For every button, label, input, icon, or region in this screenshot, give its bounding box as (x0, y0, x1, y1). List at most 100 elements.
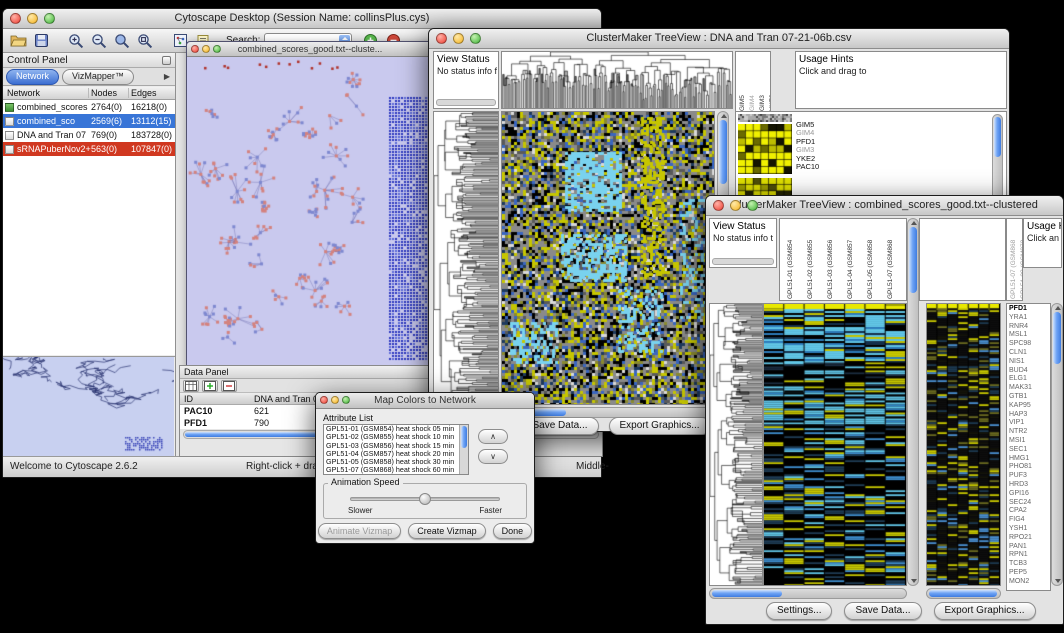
save-session-icon[interactable] (31, 31, 51, 50)
gene-label[interactable]: FIG4 (1009, 516, 1050, 525)
header-edges[interactable]: Edges (129, 88, 175, 98)
column-label[interactable]: GIM4 (748, 53, 757, 111)
row-dendrogram-canvas[interactable] (434, 112, 498, 404)
create-vizmap-button[interactable]: Create Vizmap (408, 523, 485, 539)
gene-label[interactable]: RPO21 (1009, 534, 1050, 543)
create-attribute-icon[interactable] (202, 380, 218, 392)
close-icon[interactable] (320, 396, 328, 404)
tab-vizmapper[interactable]: VizMapper™ (62, 69, 134, 85)
network-row[interactable]: sRNAPuberNov2+ 563(0) 107847(0) (3, 142, 175, 156)
close-icon[interactable] (713, 200, 724, 211)
column-label[interactable]: GPL51-02 (GSM855 (806, 219, 815, 299)
cytoscape-titlebar[interactable]: Cytoscape Desktop (Session Name: collins… (3, 9, 601, 29)
attribute-item[interactable]: GPL51-07 (GSM868) heat shock 60 min (324, 466, 468, 474)
gene-label[interactable]: PEP5 (1009, 569, 1050, 578)
zoom-selected-icon[interactable] (112, 31, 132, 50)
maximize-icon[interactable] (44, 13, 55, 24)
network-view-titlebar[interactable]: combined_scores_good.txt--cluste... (187, 42, 433, 57)
gene-label[interactable]: CLN1 (1009, 349, 1050, 358)
scroll-down-arrow[interactable] (911, 579, 917, 583)
treeview1-titlebar[interactable]: ClusterMaker TreeView : DNA and Tran 07-… (429, 29, 1009, 49)
maximize-icon[interactable] (470, 33, 481, 44)
scroll-up-arrow[interactable] (721, 114, 727, 118)
gene-label[interactable]: CPA2 (1009, 507, 1050, 516)
scrollbar-thumb[interactable] (929, 590, 997, 597)
gene-label[interactable]: SPC98 (1009, 340, 1050, 349)
maximize-icon[interactable] (213, 45, 221, 53)
gene-label[interactable]: RNR4 (1009, 323, 1050, 332)
dialog-titlebar[interactable]: Map Colors to Network (316, 393, 534, 409)
id-column-header[interactable]: ID (180, 394, 250, 404)
gene-label[interactable]: KAP95 (1009, 402, 1050, 411)
gene-label[interactable]: MSI1 (1009, 437, 1050, 446)
scroll-up-arrow[interactable] (1055, 306, 1061, 310)
correlation-matrix-canvas[interactable] (738, 124, 792, 174)
close-icon[interactable] (10, 13, 21, 24)
scrollbar-thumb[interactable] (994, 117, 1001, 157)
float-panel-icon[interactable] (162, 56, 171, 65)
minimize-icon[interactable] (730, 200, 741, 211)
column-label[interactable]: GIM3 (758, 53, 767, 111)
network-row[interactable]: combined_scores 2764(0) 16218(0) (3, 100, 175, 114)
network-canvas[interactable] (187, 57, 433, 372)
tab-network[interactable]: Network (6, 69, 59, 85)
view-status-scrollbar[interactable] (712, 258, 774, 265)
global-hscrollbar[interactable] (926, 588, 1001, 599)
gene-label[interactable]: MAK31 (1009, 384, 1050, 393)
scroll-down-arrow[interactable] (1055, 579, 1061, 583)
maximize-icon[interactable] (342, 396, 350, 404)
gene-label[interactable]: PAN1 (1009, 543, 1050, 552)
header-network[interactable]: Network (3, 88, 89, 98)
attribute-list[interactable]: GPL51-01 (GSM854) heat shock 05 minGPL51… (323, 424, 469, 475)
column-label[interactable]: GPL51-01 (GSM854 (786, 219, 795, 299)
treeview2-titlebar[interactable]: ClusterMaker TreeView : combined_scores_… (706, 196, 1063, 216)
zoom-fit-icon[interactable] (135, 31, 155, 50)
scrollbar-thumb[interactable] (712, 590, 782, 597)
done-button[interactable]: Done (493, 523, 533, 539)
row-dendrogram-canvas[interactable] (710, 304, 762, 585)
tab-overflow-arrow-icon[interactable]: ▶ (164, 72, 172, 81)
view-status-scrollbar[interactable] (436, 99, 496, 106)
scrollbar-thumb[interactable] (461, 426, 467, 448)
speed-slider[interactable] (350, 497, 500, 501)
gene-label[interactable]: TCB3 (1009, 560, 1050, 569)
scrollbar-thumb[interactable] (1053, 312, 1061, 364)
settings-button[interactable]: Settings... (766, 602, 832, 620)
select-attributes-icon[interactable] (183, 380, 199, 392)
network-row[interactable]: DNA and Tran 07 769(0) 183728(0) (3, 128, 175, 142)
minimize-icon[interactable] (331, 396, 339, 404)
zoom-strip-canvas[interactable] (738, 114, 792, 122)
heatmap-canvas[interactable] (502, 112, 714, 404)
gene-label[interactable]: PFD1 (1009, 305, 1050, 314)
heatmap-hscrollbar[interactable] (709, 588, 907, 599)
column-label[interactable]: GPL51-07 (GSM868 (1009, 220, 1018, 299)
birdseye-view[interactable] (3, 356, 175, 456)
header-nodes[interactable]: Nodes (89, 88, 129, 98)
gene-label[interactable]: HAP3 (1009, 411, 1050, 420)
gene-label[interactable]: VIP1 (1009, 419, 1050, 428)
birdseye-canvas[interactable] (3, 357, 174, 456)
gene-label[interactable]: NIS1 (1009, 358, 1050, 367)
gene-label[interactable]: BUD4 (1009, 367, 1050, 376)
move-down-button[interactable]: ∨ (478, 449, 508, 464)
column-label[interactable]: GPL51-03 (GSM856 (826, 219, 835, 299)
gene-label[interactable]: YRA1 (1009, 314, 1050, 323)
close-icon[interactable] (191, 45, 199, 53)
gene-label[interactable]: PUF3 (1009, 472, 1050, 481)
gene-label[interactable]: SEC1 (1009, 446, 1050, 455)
open-session-icon[interactable] (8, 31, 28, 50)
slider-thumb[interactable] (419, 493, 431, 505)
column-label[interactable]: GIM5 (738, 53, 747, 111)
zoom-out-icon[interactable] (89, 31, 109, 50)
export-graphics-button[interactable]: Export Graphics... (609, 417, 711, 435)
gene-label[interactable]: SEC24 (1009, 499, 1050, 508)
gene-label[interactable]: MON2 (1009, 578, 1050, 587)
column-label[interactable]: GPL51-07 (GSM868 (886, 219, 895, 299)
minimize-icon[interactable] (27, 13, 38, 24)
gene-label[interactable]: GPI16 (1009, 490, 1050, 499)
column-label[interactable]: YKE2 (768, 53, 771, 111)
move-up-button[interactable]: ∧ (478, 429, 508, 444)
minimize-icon[interactable] (453, 33, 464, 44)
gene-list-vscrollbar[interactable] (1051, 303, 1063, 586)
gene-label[interactable]: RPN1 (1009, 551, 1050, 560)
